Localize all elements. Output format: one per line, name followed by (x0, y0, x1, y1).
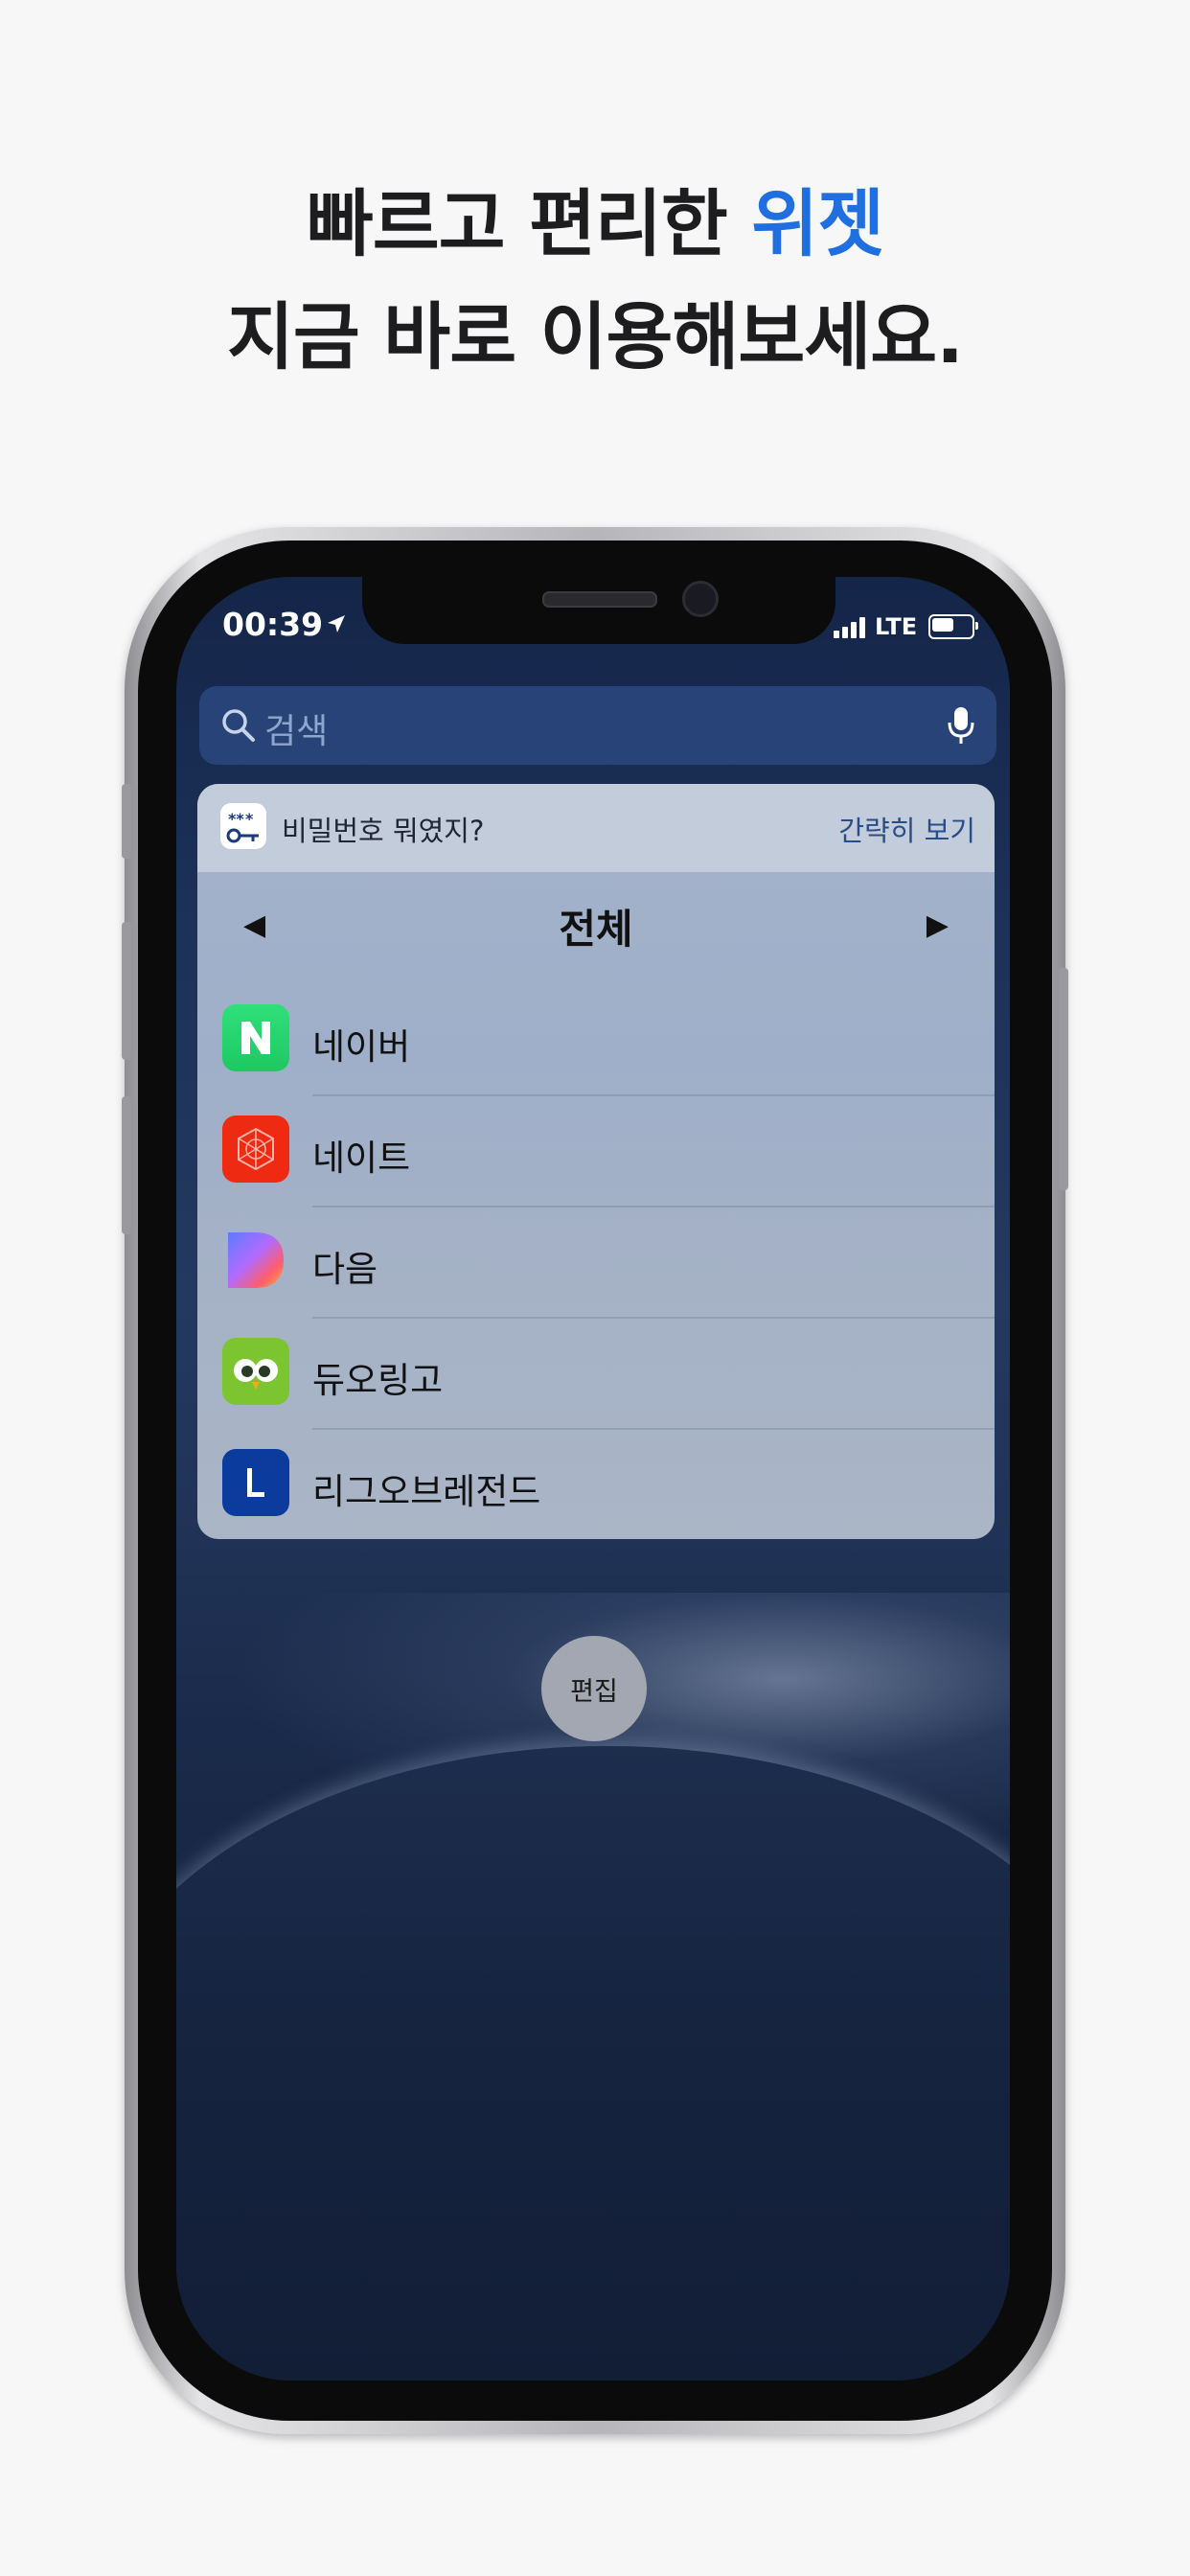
headline-line-1: 빠르고 편리한 위젯 (0, 168, 1190, 281)
headline-line-1-prefix: 빠르고 편리한 (306, 181, 752, 266)
mute-switch (122, 784, 131, 859)
account-list: 네이버 네이트 다음 듀오링고 리그오브레전드 (197, 983, 995, 1539)
list-item-daum[interactable]: 다음 (197, 1206, 995, 1317)
widget-app-name: 비밀번호 뭐였지? (282, 815, 485, 847)
headline-line-2: 지금 바로 이용해보세요. (227, 294, 964, 380)
svg-text:**: ** (228, 810, 244, 828)
list-item-label: 리그오브레전드 (312, 1471, 541, 1512)
status-time: 00:39 (222, 606, 324, 643)
nate-icon (222, 1116, 289, 1183)
power-button (1059, 968, 1068, 1190)
edit-button[interactable]: 편집 (541, 1636, 647, 1741)
list-item-naver[interactable]: 네이버 (197, 983, 995, 1094)
list-item-label: 다음 (312, 1249, 378, 1290)
earpiece-speaker (542, 591, 657, 608)
list-item-league-of-legends[interactable]: 리그오브레전드 (197, 1428, 995, 1539)
volume-up-button (122, 922, 131, 1060)
battery-icon (928, 614, 979, 639)
password-app-icon: ** * (220, 803, 266, 849)
search-icon (222, 709, 255, 742)
search-bar[interactable]: 검색 (199, 686, 996, 765)
microphone-icon[interactable] (947, 705, 975, 746)
league-of-legends-icon (222, 1449, 289, 1516)
headline-accent: 위젯 (751, 181, 884, 266)
signal-strength-icon (834, 615, 865, 638)
list-item-label: 네이버 (312, 1026, 411, 1068)
category-title: 전체 (559, 906, 633, 953)
list-item-nate[interactable]: 네이트 (197, 1094, 995, 1206)
duolingo-icon (222, 1338, 289, 1405)
list-item-label: 네이트 (312, 1138, 411, 1179)
volume-down-button (122, 1096, 131, 1234)
network-type: LTE (875, 613, 918, 640)
promo-headline: 빠르고 편리한 위젯 지금 바로 이용해보세요. (0, 168, 1190, 394)
show-less-button[interactable]: 간략히 보기 (838, 809, 975, 849)
daum-icon (222, 1227, 289, 1294)
search-placeholder: 검색 (264, 712, 329, 751)
wallpaper-wave (176, 1746, 1010, 2380)
list-item-label: 듀오링고 (312, 1360, 444, 1401)
next-category-button[interactable]: ▶ (927, 908, 949, 942)
location-arrow-icon (328, 615, 345, 632)
password-widget: ** * 비밀번호 뭐였지? 간략히 보기 ◀ 전체 ▶ 네이버 네이트 다음 … (197, 784, 995, 1539)
svg-text:*: * (245, 810, 254, 828)
naver-icon (222, 1004, 289, 1071)
notch (362, 575, 835, 644)
status-indicators: LTE (834, 613, 979, 640)
front-camera (682, 581, 719, 617)
widget-header: ** * 비밀번호 뭐였지? 간략히 보기 (197, 784, 995, 872)
list-item-duolingo[interactable]: 듀오링고 (197, 1317, 995, 1428)
